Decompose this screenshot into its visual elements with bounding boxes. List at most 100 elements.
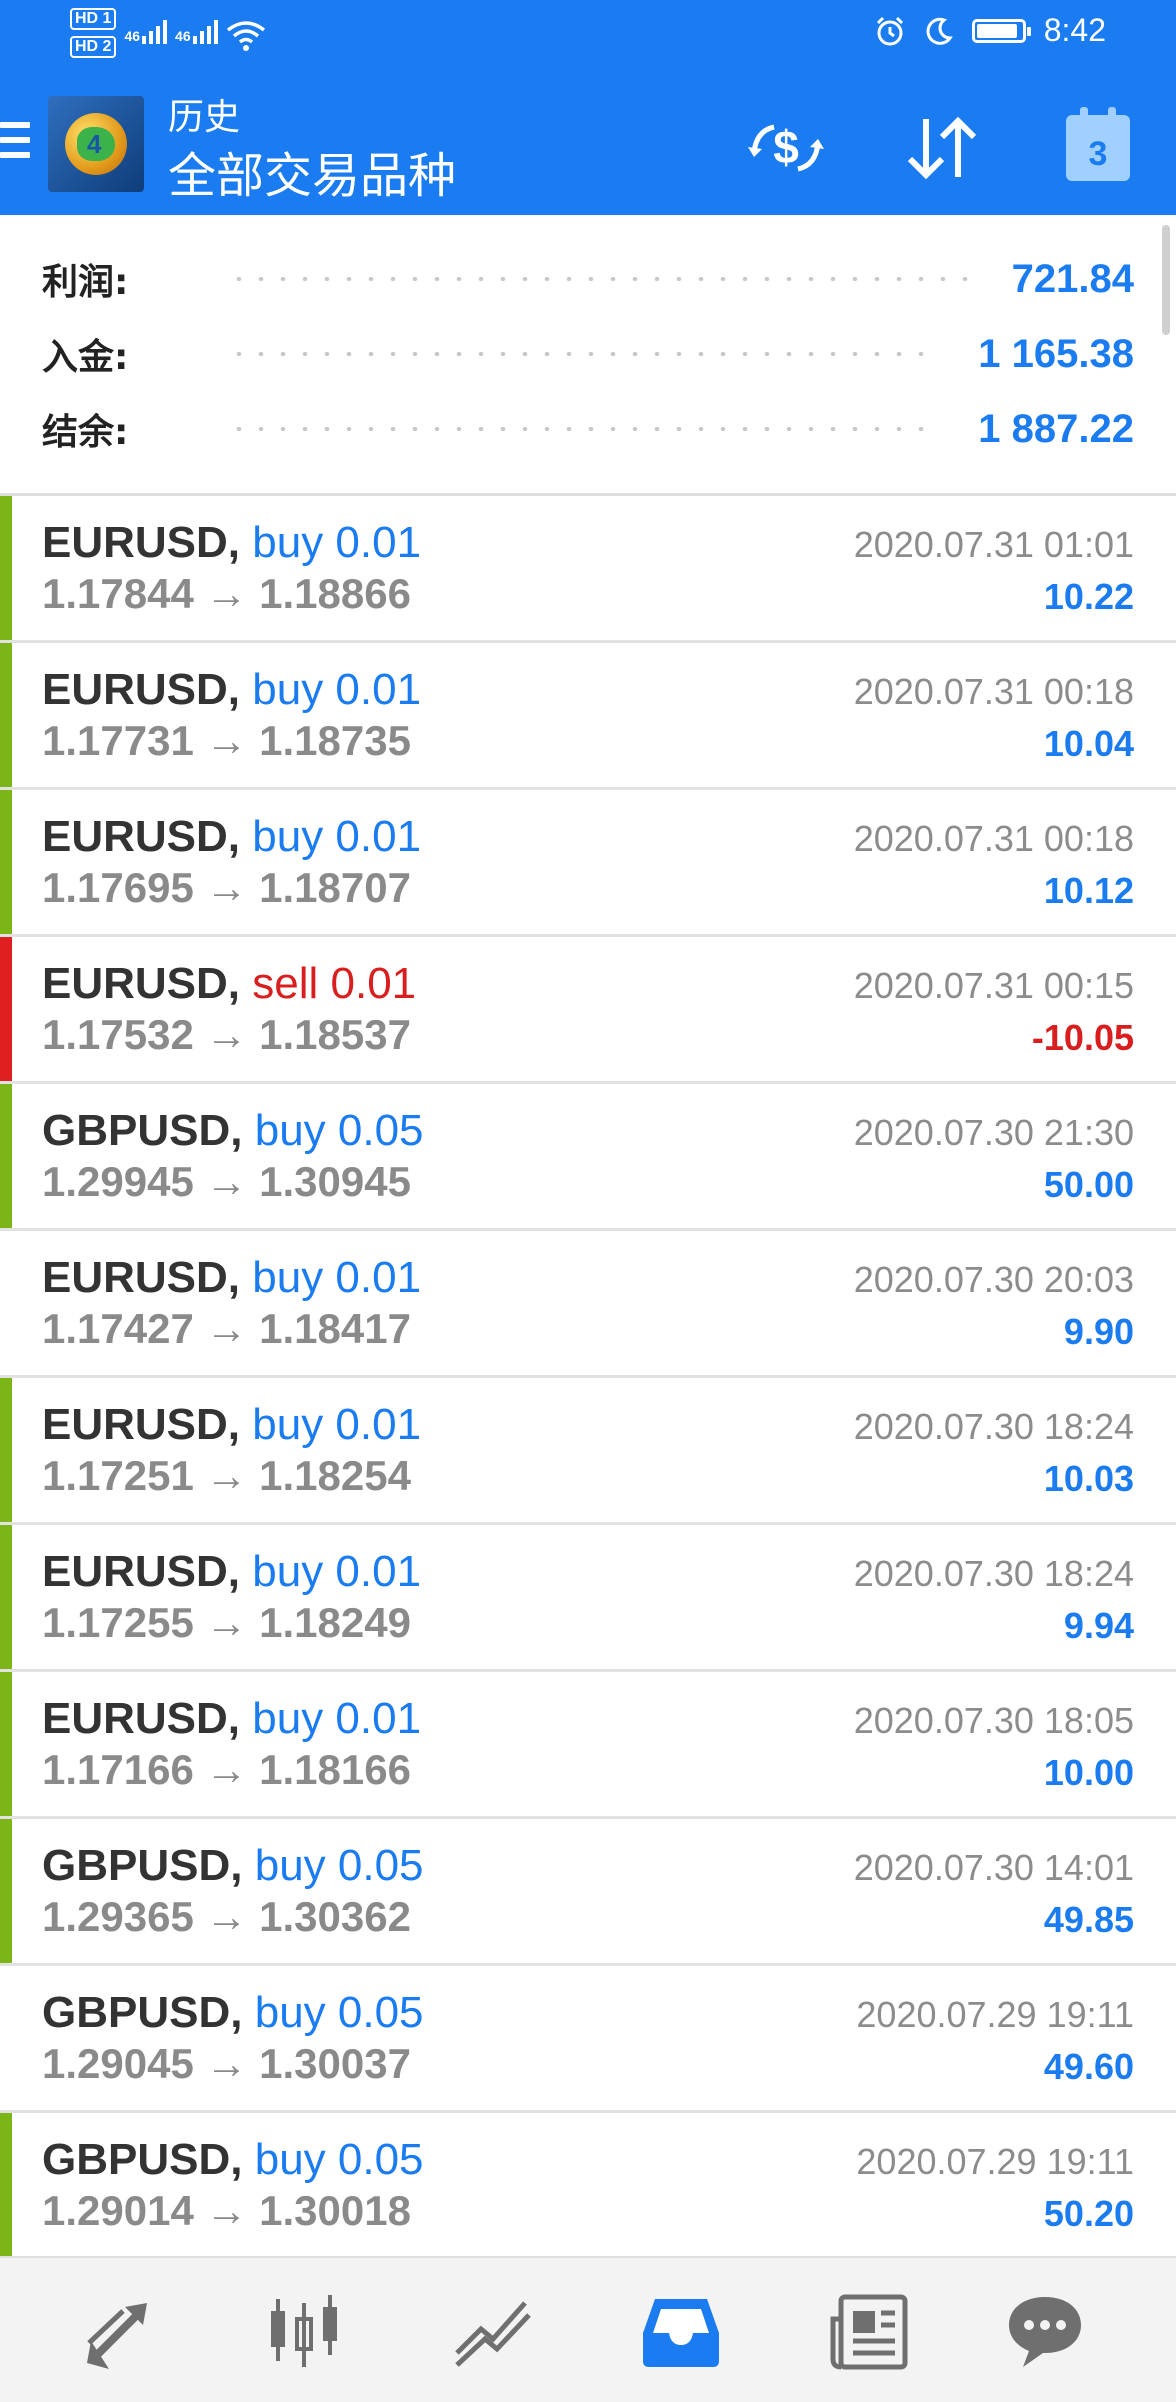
trade-prices: 1.17255 → 1.18249 [42, 1599, 411, 1646]
trade-prices: 1.17427 → 1.18417 [42, 1305, 411, 1352]
menu-icon[interactable] [0, 122, 30, 167]
trade-row[interactable]: EURUSD, buy 0.01 1.17844 → 1.18866 2020.07… [0, 496, 1176, 643]
trade-prices: 1.17251 → 1.18254 [42, 1452, 411, 1499]
trade-symbol: GBPUSD, buy 0.05 [42, 2135, 424, 2185]
signal-1-icon: 46 [124, 18, 168, 44]
trade-profit: 50.20 [1043, 2193, 1134, 2234]
trade-row[interactable]: EURUSD, buy 0.01 1.17166 → 1.18166 2020.07… [0, 1672, 1176, 1819]
nav-messages[interactable] [1000, 2286, 1090, 2376]
trade-row[interactable]: GBPUSD, buy 0.05 1.29014 → 1.30018 2020.07… [0, 2113, 1176, 2260]
trade-time: 2020.07.31 00:18 [853, 818, 1134, 859]
profit-value: 721.84 [1011, 256, 1134, 301]
trade-time: 2020.07.30 18:05 [853, 1700, 1134, 1741]
trade-time: 2020.07.31 00:18 [853, 671, 1134, 712]
buy-indicator [0, 643, 12, 787]
sort-icon [907, 116, 977, 180]
trade-row[interactable]: EURUSD, sell 0.01 1.17532 → 1.18537 2020.0… [0, 937, 1176, 1084]
symbol-name: GBPUSD, [42, 1988, 243, 2037]
signal-2-icon: 46 [175, 18, 218, 44]
currency-exchange-icon: $ [748, 121, 824, 173]
network-indicators: HD 1 HD 2 46 46 [70, 8, 266, 58]
trade-symbol: GBPUSD, buy 0.05 [42, 1988, 424, 2038]
balance-value: 1 887.22 [978, 406, 1134, 451]
trade-symbol: EURUSD, buy 0.01 [42, 1547, 421, 1597]
currency-exchange-button[interactable]: $ [746, 108, 826, 188]
trade-side: buy 0.01 [252, 518, 422, 567]
trade-row[interactable]: EURUSD, buy 0.01 1.17695 → 1.18707 2020.07… [0, 790, 1176, 937]
trade-profit: 10.22 [1043, 576, 1134, 617]
chart-lines-icon [455, 2301, 531, 2367]
trade-profit: 10.04 [1043, 723, 1134, 764]
trade-row[interactable]: EURUSD, buy 0.01 1.17427 → 1.18417 2020.07… [0, 1231, 1176, 1378]
symbol-filter[interactable]: 全部交易品种 [168, 136, 456, 206]
trade-time: 2020.07.30 18:24 [853, 1406, 1134, 1447]
trade-row[interactable]: GBPUSD, buy 0.05 1.29365 → 1.30362 2020.07… [0, 1819, 1176, 1966]
trade-list[interactable]: EURUSD, buy 0.01 1.17844 → 1.18866 2020.07… [0, 496, 1176, 2260]
trade-side: buy 0.05 [254, 2135, 424, 2184]
trade-time: 2020.07.31 00:15 [853, 965, 1134, 1006]
balance-row: 结余: 1 887.22 [42, 399, 1134, 459]
sell-indicator [0, 937, 12, 1081]
trade-profit: 9.94 [1063, 1605, 1134, 1646]
balance-label: 结余: [42, 412, 129, 453]
page-title: 历史 [168, 96, 241, 137]
trade-prices: 1.29014 → 1.30018 [42, 2187, 411, 2234]
trade-profit: 49.60 [1043, 2046, 1134, 2087]
buy-indicator [0, 496, 12, 640]
symbol-name: EURUSD, [42, 518, 241, 567]
nav-news[interactable] [824, 2286, 914, 2376]
buy-indicator [0, 2113, 12, 2257]
calendar-button[interactable]: 3 [1058, 107, 1138, 188]
chat-icon [1009, 2297, 1081, 2367]
symbol-name: EURUSD, [42, 1400, 241, 1449]
trade-time: 2020.07.31 01:01 [853, 524, 1134, 565]
app-bar: 4 历史 全部交易品种 $ 3 [0, 70, 1176, 215]
nav-chart[interactable] [448, 2286, 538, 2376]
buy-indicator [0, 1819, 12, 1963]
trade-symbol: EURUSD, buy 0.01 [42, 1694, 421, 1744]
symbol-name: EURUSD, [42, 959, 241, 1008]
leader-dots [228, 277, 972, 281]
trade-prices: 1.17844 → 1.18866 [42, 570, 411, 617]
svg-text:$: $ [773, 121, 799, 173]
trade-symbol: EURUSD, buy 0.01 [42, 1253, 421, 1303]
deposit-value: 1 165.38 [978, 331, 1134, 376]
scrollbar[interactable] [1162, 225, 1170, 335]
trade-side: buy 0.01 [252, 1694, 422, 1743]
symbol-name: EURUSD, [42, 1253, 241, 1302]
status-bar: HD 1 HD 2 46 46 8:42 [0, 0, 1176, 70]
trade-time: 2020.07.30 14:01 [853, 1847, 1134, 1888]
nav-trade[interactable] [72, 2286, 162, 2376]
wifi-icon [226, 21, 265, 51]
trade-prices: 1.17731 → 1.18735 [42, 717, 411, 764]
trade-symbol: GBPUSD, buy 0.05 [42, 1106, 424, 1156]
trade-row[interactable]: EURUSD, buy 0.01 1.17251 → 1.18254 2020.07… [0, 1378, 1176, 1525]
trade-row[interactable]: GBPUSD, buy 0.05 1.29945 → 1.30945 2020.07… [0, 1084, 1176, 1231]
trade-profit: 10.03 [1043, 1458, 1134, 1499]
trade-symbol: GBPUSD, buy 0.05 [42, 1841, 424, 1891]
trade-symbol: EURUSD, sell 0.01 [42, 959, 416, 1009]
bottom-nav [0, 2256, 1176, 2402]
nav-quotes[interactable] [260, 2286, 350, 2376]
trade-profit: 9.90 [1063, 1311, 1134, 1352]
symbol-name: EURUSD, [42, 665, 241, 714]
trade-prices: 1.17166 → 1.18166 [42, 1746, 411, 1793]
symbol-name: GBPUSD, [42, 1106, 243, 1155]
trade-side: buy 0.01 [252, 1253, 422, 1302]
trade-side: sell 0.01 [252, 959, 417, 1008]
trade-row[interactable]: GBPUSD, buy 0.05 1.29045 → 1.30037 2020.07… [0, 1966, 1176, 2113]
profit-row: 利润: 721.84 [42, 249, 1134, 309]
trade-row[interactable]: EURUSD, buy 0.01 1.17731 → 1.18735 2020.07… [0, 643, 1176, 790]
trade-symbol: EURUSD, buy 0.01 [42, 665, 421, 715]
trade-row[interactable]: EURUSD, buy 0.01 1.17255 → 1.18249 2020.07… [0, 1525, 1176, 1672]
trade-prices: 1.29365 → 1.30362 [42, 1893, 411, 1940]
nav-history[interactable] [636, 2286, 726, 2376]
symbol-name: GBPUSD, [42, 2135, 243, 2184]
sort-button[interactable] [902, 108, 982, 188]
trade-time: 2020.07.30 20:03 [853, 1259, 1134, 1300]
trade-profit: 49.85 [1043, 1899, 1134, 1940]
trade-prices: 1.29045 → 1.30037 [42, 2040, 411, 2087]
trade-side: buy 0.05 [254, 1988, 424, 2037]
buy-indicator [0, 1084, 12, 1228]
trade-symbol: EURUSD, buy 0.01 [42, 1400, 421, 1450]
